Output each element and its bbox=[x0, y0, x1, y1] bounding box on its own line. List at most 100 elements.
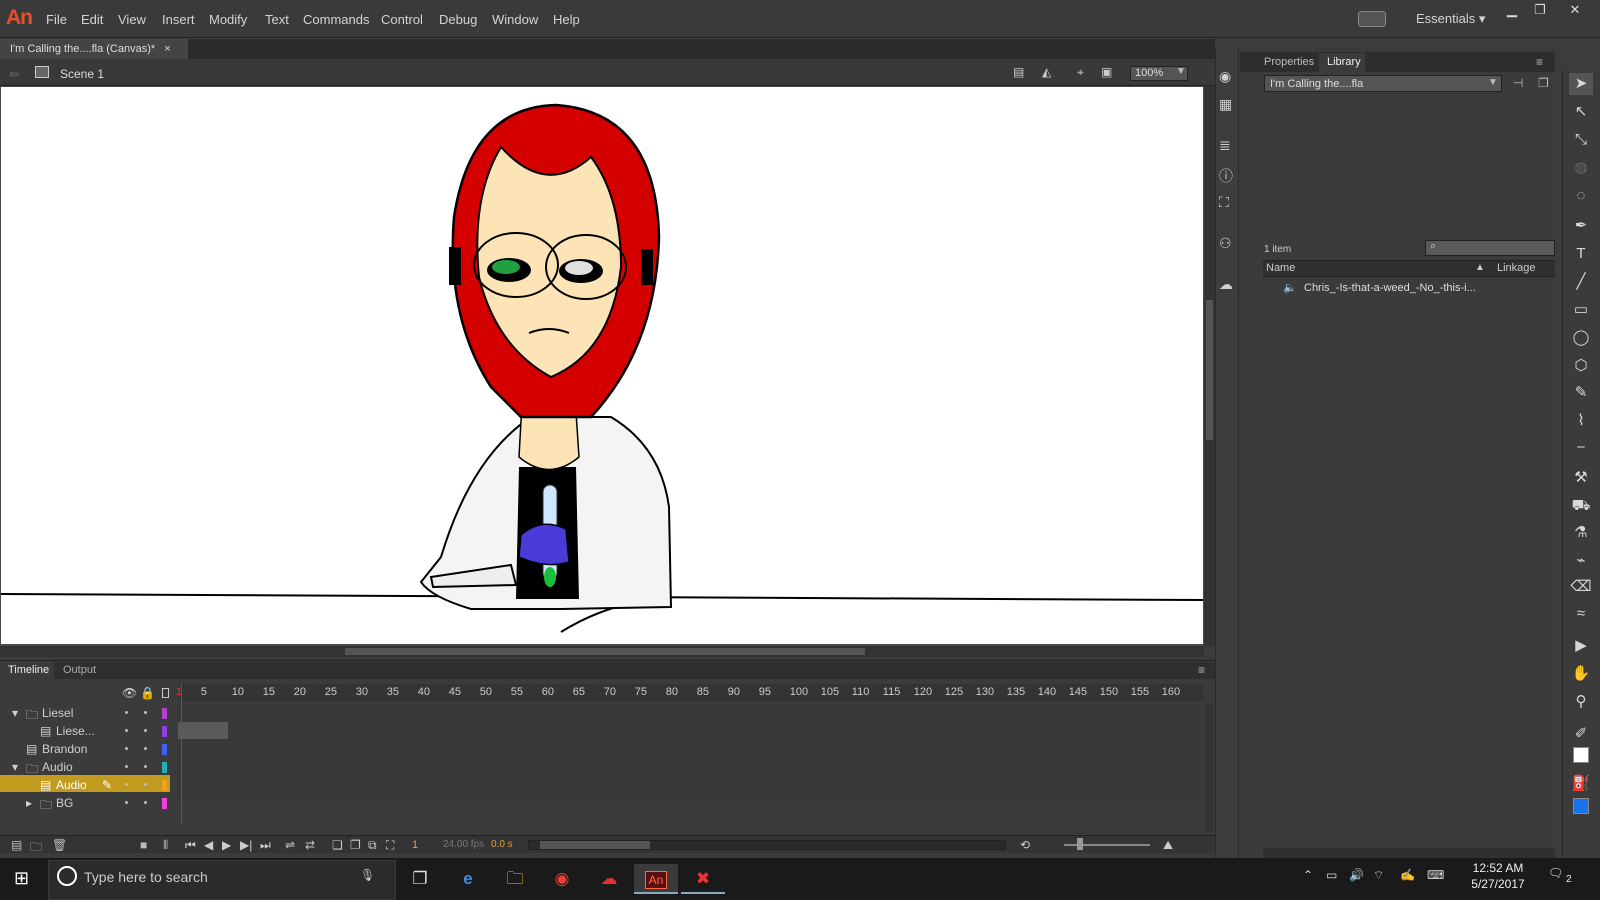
timeline-vertical-scrollbar[interactable] bbox=[1205, 704, 1214, 832]
pen-workspace-icon[interactable]: ✍ bbox=[1400, 868, 1415, 882]
lasso-tool-icon[interactable]: ◌ bbox=[1569, 185, 1593, 207]
panel-menu-icon[interactable]: ≡ bbox=[1536, 55, 1543, 69]
tween-span[interactable] bbox=[178, 722, 228, 739]
collapse-arrow-icon[interactable]: ▾ bbox=[12, 760, 18, 774]
hand-tool-icon[interactable]: ✋ bbox=[1569, 663, 1593, 685]
dropdown-chevron-icon[interactable]: ▼ bbox=[1488, 77, 1498, 88]
eyedropper-tool-icon[interactable]: ⌁ bbox=[1569, 550, 1593, 572]
center-stage-icon[interactable]: ⌖ bbox=[1077, 65, 1084, 80]
layer-color-chip[interactable] bbox=[162, 726, 167, 737]
layer-color-chip[interactable] bbox=[162, 744, 167, 755]
menu-insert[interactable]: Insert bbox=[162, 12, 195, 27]
visibility-dot[interactable] bbox=[125, 747, 128, 750]
frame-grid[interactable] bbox=[178, 704, 1203, 804]
delete-layer-icon[interactable]: 🗑 bbox=[52, 838, 67, 852]
edit-scene-icon[interactable]: ▤ bbox=[1013, 65, 1024, 79]
show-hide-all-icon[interactable]: 👁 bbox=[122, 686, 137, 700]
animate-taskbar-icon[interactable]: An bbox=[634, 864, 678, 894]
edit-multiple-frames-icon[interactable]: ⧉ bbox=[368, 838, 377, 853]
frame-rate[interactable]: 24.00 fps bbox=[443, 839, 484, 850]
layer-row-liesel[interactable]: ▤ Liese... bbox=[0, 722, 178, 740]
layer-row-brandon[interactable]: ▤ Brandon bbox=[0, 740, 178, 758]
microphone-icon[interactable]: 🎙 bbox=[360, 868, 375, 882]
zoom-chevron-icon[interactable]: ▼ bbox=[1176, 66, 1186, 77]
zoom-mountain-icon[interactable]: ⛰ bbox=[1163, 838, 1173, 853]
new-folder-icon[interactable]: 🗀 bbox=[30, 838, 42, 859]
lock-dot[interactable] bbox=[144, 711, 147, 714]
visibility-dot[interactable] bbox=[125, 783, 128, 786]
menu-window[interactable]: Window bbox=[492, 12, 538, 27]
width-tool-icon[interactable]: ≈ bbox=[1569, 603, 1593, 625]
layer-color-chip[interactable] bbox=[162, 762, 167, 773]
workspace-sync-icon[interactable] bbox=[1358, 11, 1386, 27]
last-frame-icon[interactable]: ⏭ bbox=[260, 838, 271, 853]
tray-chevron-icon[interactable]: ⌃ bbox=[1303, 868, 1313, 882]
stroke-color-swatch[interactable] bbox=[1573, 747, 1589, 763]
close-window-button[interactable]: ✕ bbox=[1560, 2, 1590, 20]
first-frame-icon[interactable]: ⏮ bbox=[185, 838, 196, 853]
horizontal-scroll-thumb[interactable] bbox=[345, 648, 865, 655]
collapse-arrow-icon[interactable]: ▾ bbox=[12, 706, 18, 720]
transform-panel-icon[interactable]: ⛶ bbox=[1219, 194, 1229, 211]
clip-stage-icon[interactable]: ▣ bbox=[1101, 65, 1112, 79]
visibility-dot[interactable] bbox=[125, 801, 128, 804]
task-view-icon[interactable]: ❐ bbox=[398, 864, 442, 894]
parent-view-icon[interactable]: ⦀ bbox=[163, 838, 168, 853]
lock-dot[interactable] bbox=[144, 783, 147, 786]
menu-commands[interactable]: Commands bbox=[303, 12, 369, 27]
tab-output[interactable]: Output bbox=[63, 664, 96, 676]
step-forward-icon[interactable]: ▶| bbox=[240, 838, 252, 852]
edit-symbols-icon[interactable]: ◭ bbox=[1042, 65, 1051, 79]
menu-view[interactable]: View bbox=[118, 12, 146, 27]
battery-icon[interactable]: ▭ bbox=[1326, 868, 1337, 882]
menu-modify[interactable]: Modify bbox=[209, 12, 247, 27]
polystar-tool-icon[interactable]: ⬡ bbox=[1569, 355, 1593, 377]
layer-color-chip[interactable] bbox=[162, 708, 167, 719]
loop-icon[interactable]: ⇌ bbox=[285, 838, 295, 852]
file-explorer-icon[interactable]: 🗀 bbox=[493, 864, 537, 894]
menu-control[interactable]: Control bbox=[381, 12, 423, 27]
fill-color-icon[interactable]: ⛽ bbox=[1569, 773, 1593, 795]
menu-edit[interactable]: Edit bbox=[81, 12, 103, 27]
outline-all-icon[interactable] bbox=[162, 688, 169, 698]
layer-row-bg-folder[interactable]: ▸ 🗀 BG bbox=[0, 794, 178, 812]
visibility-dot[interactable] bbox=[125, 729, 128, 732]
close-tab-icon[interactable]: × bbox=[164, 43, 170, 55]
column-linkage[interactable]: Linkage bbox=[1497, 262, 1536, 274]
info-panel-icon[interactable]: ⓘ bbox=[1219, 166, 1233, 186]
fill-color-swatch[interactable] bbox=[1573, 798, 1589, 814]
bone-tool-icon[interactable]: ⚒ bbox=[1569, 467, 1593, 489]
onion-skin-icon[interactable]: ❏ bbox=[332, 838, 343, 852]
clock-time[interactable]: 12:52 AM bbox=[1463, 861, 1533, 875]
step-back-icon[interactable]: ◀ bbox=[204, 838, 213, 852]
library-item[interactable]: Chris_-Is-that-a-weed_-No_-this-i... bbox=[1304, 282, 1476, 294]
creative-cloud-icon[interactable]: ☁ bbox=[587, 864, 631, 894]
lock-dot[interactable] bbox=[144, 765, 147, 768]
paint-bucket-tool-icon[interactable]: ⛟ bbox=[1569, 495, 1593, 517]
chrome-icon[interactable]: ◉ bbox=[540, 864, 584, 894]
menu-file[interactable]: File bbox=[46, 12, 67, 27]
minimize-button[interactable]: ▁ bbox=[1497, 2, 1527, 20]
layer-row-audio-folder[interactable]: ▾ 🗀 Audio bbox=[0, 758, 178, 776]
playhead[interactable] bbox=[181, 684, 182, 824]
modify-markers-icon[interactable]: ⛶ bbox=[386, 838, 394, 853]
camera-toggle-icon[interactable]: ■ bbox=[140, 838, 147, 852]
play-icon[interactable]: ▶ bbox=[222, 838, 231, 852]
paint-brush-tool-icon[interactable]: ⌇ bbox=[1569, 410, 1593, 432]
volume-icon[interactable]: 🔊 bbox=[1349, 868, 1364, 882]
column-name[interactable]: Name bbox=[1266, 262, 1295, 274]
keyboard-icon[interactable]: ⌨ bbox=[1427, 868, 1444, 882]
ink-bottle-tool-icon[interactable]: ⚗ bbox=[1569, 522, 1593, 544]
tab-properties[interactable]: Properties bbox=[1264, 56, 1314, 68]
pin-library-icon[interactable]: ⊣ bbox=[1513, 76, 1523, 90]
text-tool-icon[interactable]: T bbox=[1569, 243, 1593, 265]
free-transform-tool-icon[interactable]: ⤡ bbox=[1569, 129, 1593, 151]
lock-dot[interactable] bbox=[144, 729, 147, 732]
sync-icon[interactable]: ⟲ bbox=[1020, 838, 1030, 852]
back-arrow-icon[interactable]: ⇦ bbox=[9, 67, 19, 81]
visibility-dot[interactable] bbox=[125, 765, 128, 768]
align-panel-icon[interactable]: ≣ bbox=[1219, 137, 1231, 154]
zoom-tool-icon[interactable]: ⚲ bbox=[1569, 691, 1593, 713]
wifi-icon[interactable]: ⌔ bbox=[1373, 868, 1384, 883]
action-center-icon[interactable]: 🗨 bbox=[1548, 866, 1563, 880]
